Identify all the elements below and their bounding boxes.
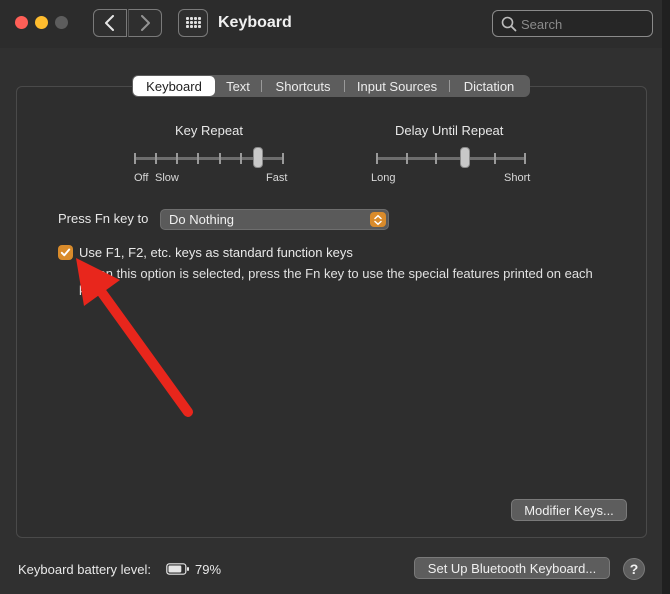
fn-key-selected-value: Do Nothing [169, 212, 235, 227]
forward-button[interactable] [128, 9, 162, 37]
fn-key-select[interactable]: Do Nothing [160, 209, 389, 230]
title-bar: Keyboard [0, 0, 670, 48]
slider-knob[interactable] [253, 147, 263, 168]
help-button[interactable]: ? [623, 558, 645, 580]
function-keys-label[interactable]: Use F1, F2, etc. keys as standard functi… [79, 245, 353, 260]
search-input[interactable] [521, 15, 646, 33]
key-repeat-slider[interactable] [134, 145, 284, 171]
slider-tick [219, 153, 221, 164]
slider-tick [134, 153, 136, 164]
slider-track [376, 157, 526, 160]
slider-knob[interactable] [460, 147, 470, 168]
keyboard-preferences-window: Keyboard Keyboard Text Shortcuts Input S… [0, 0, 670, 594]
checkmark-icon [60, 248, 71, 257]
slider-tick [376, 153, 378, 164]
tab-shortcuts[interactable]: Shortcuts [262, 76, 344, 96]
close-window-button[interactable] [15, 16, 28, 29]
slider-tick [197, 153, 199, 164]
key-repeat-label-fast: Fast [266, 172, 288, 184]
slider-tick [176, 153, 178, 164]
back-button[interactable] [93, 9, 127, 37]
search-field[interactable] [492, 10, 653, 37]
function-keys-description: When this option is selected, press the … [79, 266, 593, 298]
tab-text[interactable]: Text [215, 76, 261, 96]
slider-tick [282, 153, 284, 164]
chevron-right-icon [141, 15, 150, 31]
slider-tick [155, 153, 157, 164]
window-edge [662, 0, 670, 594]
search-icon [501, 16, 517, 32]
delay-label-long: Long [371, 172, 396, 184]
delay-until-repeat-title: Delay Until Repeat [395, 123, 504, 138]
tab-bar: Keyboard Text Shortcuts Input Sources Di… [132, 75, 530, 97]
fn-key-label: Press Fn key to [58, 211, 149, 226]
slider-tick [524, 153, 526, 164]
slider-tick [240, 153, 242, 164]
key-repeat-title: Key Repeat [175, 123, 243, 138]
key-repeat-label-slow: Slow [155, 172, 179, 184]
setup-bluetooth-keyboard-button[interactable]: Set Up Bluetooth Keyboard... [414, 557, 610, 579]
battery-icon [166, 563, 189, 575]
modifier-keys-button[interactable]: Modifier Keys... [511, 499, 627, 521]
zoom-window-button[interactable] [55, 16, 68, 29]
slider-tick [435, 153, 437, 164]
battery-level-value: 79% [195, 562, 222, 577]
tab-keyboard[interactable]: Keyboard [133, 76, 215, 96]
delay-until-repeat-slider[interactable] [376, 145, 526, 171]
key-repeat-label-off: Off [134, 172, 149, 184]
window-title: Keyboard [218, 14, 292, 31]
slider-tick [494, 153, 496, 164]
slider-tick [406, 153, 408, 164]
chevron-left-icon [105, 15, 114, 31]
tab-input-sources[interactable]: Input Sources [345, 76, 449, 96]
settings-pane [16, 86, 647, 538]
show-all-button[interactable] [178, 9, 208, 37]
function-keys-checkbox[interactable] [58, 245, 73, 260]
tab-dictation[interactable]: Dictation [450, 76, 528, 96]
minimize-window-button[interactable] [35, 16, 48, 29]
battery-level-label: Keyboard battery level: [18, 562, 151, 577]
updown-chevron-icon [370, 212, 386, 227]
delay-label-short: Short [504, 172, 531, 184]
